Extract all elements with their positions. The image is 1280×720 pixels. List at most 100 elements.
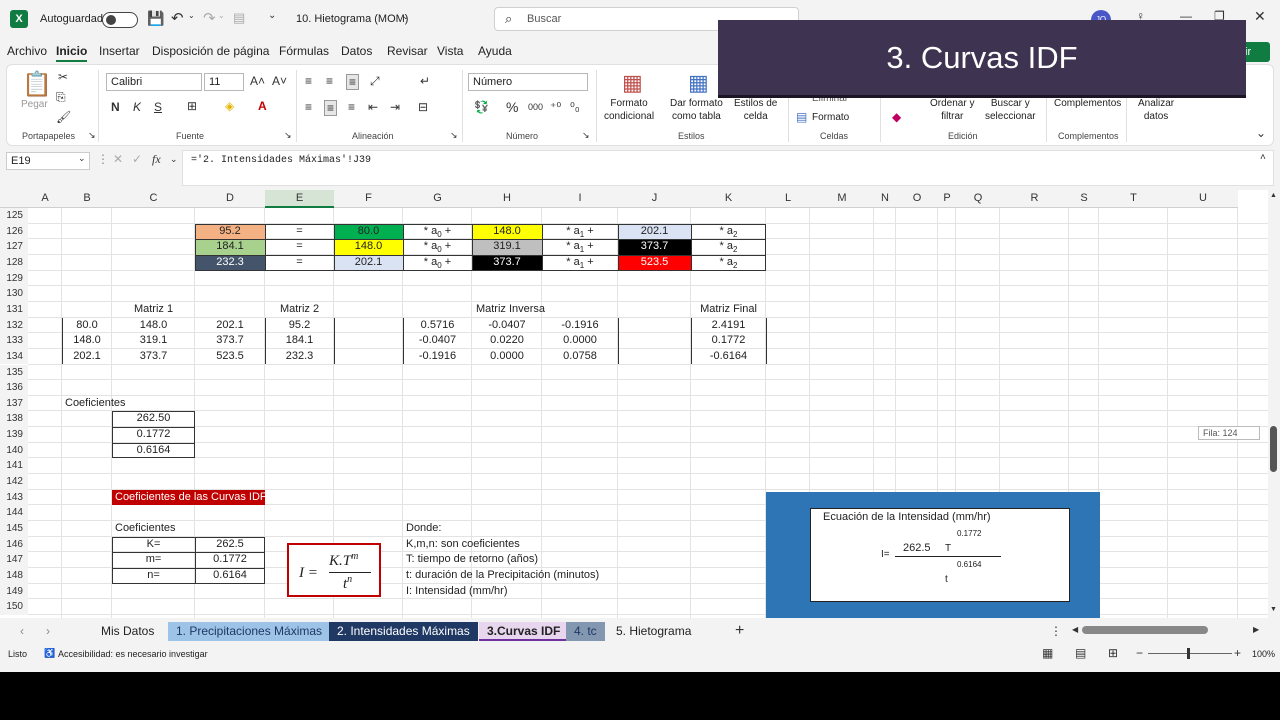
redo-dropdown-icon[interactable]: ⌄ bbox=[218, 11, 225, 20]
scroll-down-icon[interactable]: ▼ bbox=[1270, 606, 1277, 613]
conditional-format-icon[interactable]: ▦ bbox=[622, 70, 643, 96]
align-left-icon[interactable]: ≡ bbox=[305, 100, 312, 114]
sort-filter-button[interactable]: Ordenar y filtrar bbox=[930, 97, 974, 123]
column-header[interactable]: U bbox=[1168, 190, 1238, 208]
redo-icon[interactable]: ↷ bbox=[203, 9, 216, 27]
font-launcher-icon[interactable]: ↘ bbox=[284, 130, 292, 141]
horizontal-scroll-thumb[interactable] bbox=[1082, 626, 1208, 634]
align-top-icon[interactable]: ≡ bbox=[305, 74, 312, 88]
font-size-select[interactable]: 11 bbox=[204, 73, 244, 91]
column-header[interactable]: S bbox=[1069, 190, 1099, 208]
clear-icon[interactable]: ◆ bbox=[892, 110, 901, 124]
page-break-icon[interactable]: ⊞ bbox=[1108, 646, 1118, 660]
paste-button[interactable]: Pegar bbox=[21, 98, 48, 111]
row-header[interactable]: 131 bbox=[0, 301, 28, 318]
tab-ayuda[interactable]: Ayuda bbox=[478, 44, 512, 58]
row-header[interactable]: 125 bbox=[0, 208, 28, 224]
zoom-in-icon[interactable]: + bbox=[1234, 646, 1241, 660]
scroll-thumb[interactable] bbox=[1270, 426, 1277, 472]
tab-options-icon[interactable]: ⋮ bbox=[1050, 624, 1062, 638]
row-header[interactable]: 133 bbox=[0, 333, 28, 349]
name-box-chevron-icon[interactable]: ⌄ bbox=[78, 153, 86, 164]
tab-formulas[interactable]: Fórmulas bbox=[279, 44, 329, 58]
percent-button[interactable]: % bbox=[506, 99, 518, 115]
row-header[interactable]: 149 bbox=[0, 583, 28, 600]
page-layout-icon[interactable]: ▤ bbox=[1075, 646, 1086, 660]
vertical-scrollbar[interactable]: ▲ ▼ bbox=[1268, 190, 1280, 618]
tab-insertar[interactable]: Insertar bbox=[99, 44, 140, 58]
fill-color-icon[interactable]: ◈ bbox=[225, 99, 234, 113]
row-header[interactable]: 147 bbox=[0, 552, 28, 568]
row-header[interactable]: 138 bbox=[0, 411, 28, 428]
sheet-tab-hietograma[interactable]: 5. Hietograma bbox=[608, 622, 699, 641]
file-name[interactable]: 10. Hietograma (MOM) bbox=[296, 13, 408, 25]
align-center-icon[interactable]: ≡ bbox=[324, 100, 338, 116]
sheet-tab-tc[interactable]: 4. tc bbox=[566, 622, 605, 641]
close-icon[interactable]: ✕ bbox=[1254, 8, 1266, 25]
undo-icon[interactable]: ↶ bbox=[171, 9, 184, 27]
increase-decimal-icon[interactable]: ⁺⁰ bbox=[550, 100, 561, 114]
row-header[interactable]: 137 bbox=[0, 395, 28, 412]
filename-chevron-icon[interactable]: ⌄ bbox=[402, 11, 410, 22]
column-header[interactable]: L bbox=[766, 190, 810, 208]
addins-button[interactable]: Complementos bbox=[1054, 97, 1121, 110]
autosave-toggle[interactable] bbox=[102, 12, 138, 28]
borders-icon[interactable]: ⊞ bbox=[187, 99, 197, 113]
column-header[interactable]: T bbox=[1099, 190, 1168, 208]
accessibility-status[interactable]: Accesibilidad: es necesario investigar bbox=[58, 649, 208, 659]
clipboard-launcher-icon[interactable]: ↘ bbox=[88, 130, 96, 141]
row-header[interactable]: 148 bbox=[0, 567, 28, 584]
format-cells-button[interactable]: Formato bbox=[812, 111, 849, 124]
column-header[interactable]: F bbox=[334, 190, 403, 208]
select-all-corner[interactable] bbox=[0, 190, 28, 208]
enter-icon[interactable]: ✓ bbox=[132, 152, 142, 166]
formula-input[interactable]: ='2. Intensidades Máximas'!J39 bbox=[182, 150, 1274, 186]
column-header[interactable]: Q bbox=[956, 190, 1000, 208]
increase-indent-icon[interactable]: ⇥ bbox=[390, 100, 400, 114]
column-header[interactable]: P bbox=[938, 190, 956, 208]
format-cells-icon[interactable]: ▤ bbox=[796, 110, 807, 124]
next-sheet-icon[interactable]: › bbox=[46, 624, 50, 638]
hscroll-right-icon[interactable]: ▶ bbox=[1253, 625, 1259, 634]
column-header[interactable]: J bbox=[618, 190, 691, 208]
align-middle-icon[interactable]: ≡ bbox=[326, 74, 333, 88]
column-header[interactable]: I bbox=[542, 190, 618, 208]
fx-chevron-icon[interactable]: ⌄ bbox=[170, 154, 178, 165]
zoom-level[interactable]: 100% bbox=[1252, 649, 1275, 659]
tab-revisar[interactable]: Revisar bbox=[387, 44, 428, 58]
decrease-decimal-icon[interactable]: ⁰₀ bbox=[570, 100, 580, 114]
column-header[interactable]: N bbox=[874, 190, 896, 208]
conditional-format-button[interactable]: Formato condicional bbox=[604, 97, 654, 123]
undo-dropdown-icon[interactable]: ⌄ bbox=[188, 11, 195, 20]
column-header[interactable]: A bbox=[28, 190, 62, 208]
accessibility-icon[interactable]: ♿ bbox=[44, 648, 55, 659]
sheet-tab-mis-datos[interactable]: Mis Datos bbox=[93, 622, 162, 641]
row-header[interactable]: 146 bbox=[0, 536, 28, 553]
row-header[interactable]: 142 bbox=[0, 474, 28, 490]
cancel-icon[interactable]: ✕ bbox=[113, 152, 123, 166]
cut-icon[interactable]: ✂ bbox=[58, 70, 68, 84]
tab-inicio[interactable]: Inicio bbox=[56, 44, 88, 62]
column-header[interactable]: C bbox=[112, 190, 195, 208]
tab-archivo[interactable]: Archivo bbox=[7, 44, 47, 58]
column-header[interactable]: G bbox=[403, 190, 472, 208]
customize-qat-icon[interactable]: ⌄ bbox=[268, 10, 276, 21]
align-right-icon[interactable]: ≡ bbox=[348, 100, 355, 114]
align-bottom-icon[interactable]: ≡ bbox=[346, 74, 360, 90]
zoom-out-icon[interactable]: − bbox=[1136, 646, 1143, 660]
hscroll-left-icon[interactable]: ◀ bbox=[1072, 625, 1078, 634]
decrease-font-icon[interactable]: A˅ bbox=[272, 74, 287, 88]
find-select-button[interactable]: Buscar y seleccionar bbox=[985, 97, 1036, 123]
number-launcher-icon[interactable]: ↘ bbox=[582, 130, 590, 141]
row-header[interactable]: 128 bbox=[0, 254, 28, 271]
prev-sheet-icon[interactable]: ‹ bbox=[20, 624, 24, 638]
copy-icon[interactable]: ⎘ bbox=[56, 90, 66, 105]
row-header[interactable]: 140 bbox=[0, 442, 28, 459]
row-header[interactable]: 136 bbox=[0, 380, 28, 396]
zoom-slider[interactable] bbox=[1148, 653, 1232, 654]
orientation-icon[interactable]: ⤢ bbox=[370, 74, 380, 89]
cell-styles-button[interactable]: Estilos de celda bbox=[734, 97, 777, 123]
sheet-tab-intensidades[interactable]: 2. Intensidades Máximas bbox=[329, 622, 478, 641]
table-format-button[interactable]: Dar formato como tabla bbox=[670, 97, 723, 123]
table-format-icon[interactable]: ▦ bbox=[688, 70, 709, 96]
